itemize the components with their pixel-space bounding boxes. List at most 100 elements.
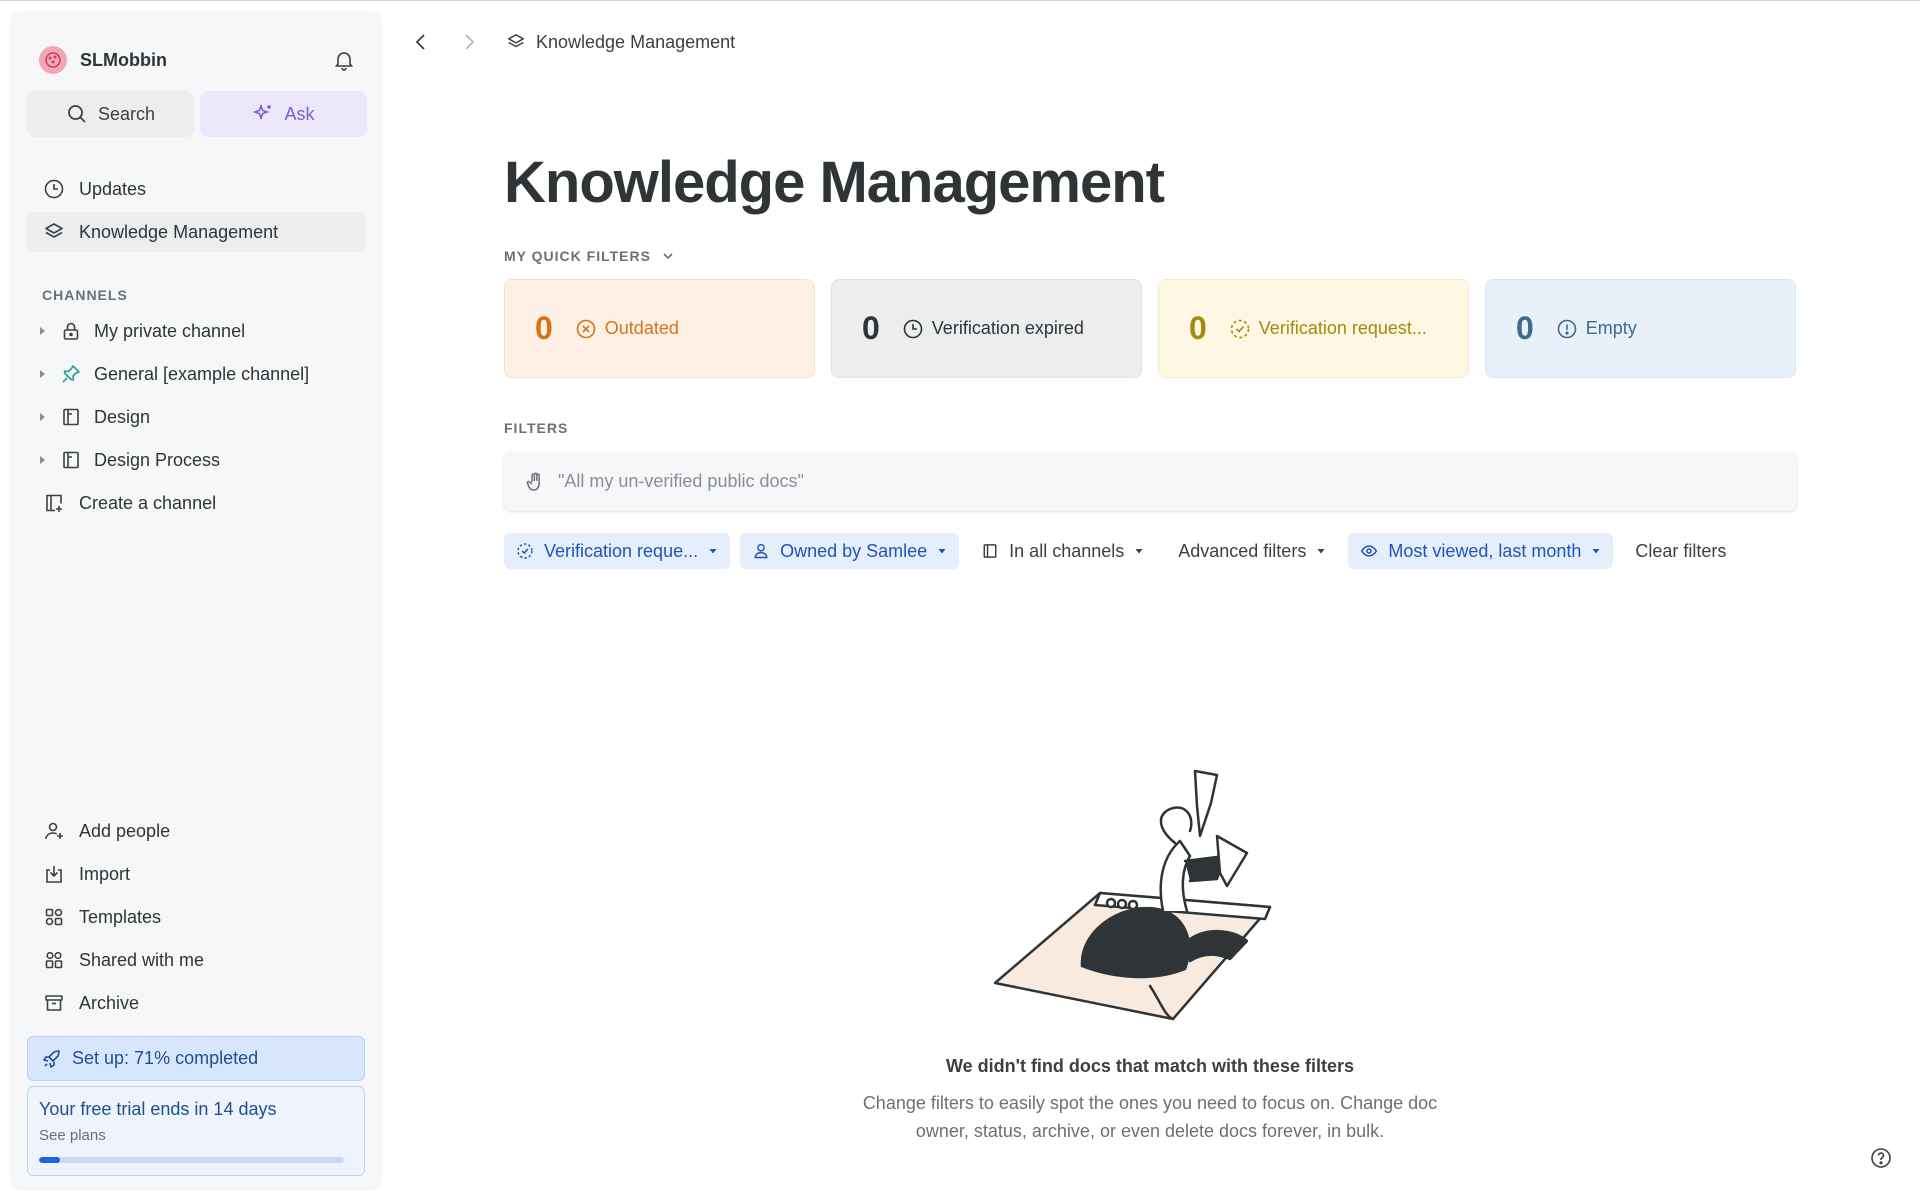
chip-label: Owned by Samlee [780,540,928,561]
filter-chip-verification[interactable]: Verification reque... [504,533,731,569]
caret-down-icon [1591,546,1601,556]
create-channel-label: Create a channel [79,492,217,513]
quick-filters-label: MY QUICK FILTERS [504,248,651,264]
see-plans-link[interactable]: See plans [39,1127,353,1144]
empty-state-illustration [985,761,1285,1031]
caret-down-icon [1316,546,1326,556]
ask-label: Ask [284,103,315,124]
x-circle-icon [575,318,597,340]
forward-arrow-icon[interactable] [458,31,480,53]
nav-label: Shared with me [79,949,205,970]
bell-icon[interactable] [332,48,356,72]
add-channel-icon [43,492,65,514]
chip-label: Verification reque... [544,540,699,561]
filter-placeholder: "All my un-verified public docs" [558,471,804,491]
chevron-down-icon [661,249,675,263]
filter-chip-sort[interactable]: Most viewed, last month [1348,533,1614,569]
quick-filter-outdated[interactable]: 0 Outdated [504,279,815,378]
sparkle-icon [252,103,274,125]
channel-icon [60,406,82,428]
quick-filter-label: Outdated [604,318,679,338]
import-button[interactable]: Import [27,854,365,894]
hand-icon [524,471,546,493]
channel-item-my-private-channel[interactable]: My private channel [36,311,366,351]
caret-down-icon [708,546,718,556]
caret-right-icon[interactable] [36,325,48,337]
quick-filter-empty[interactable]: 0 Empty [1485,279,1796,378]
user-icon [752,542,770,560]
clear-filters-button[interactable]: Clear filters [1623,533,1738,569]
nav-label: Templates [79,906,162,927]
help-icon[interactable] [1870,1147,1892,1169]
caret-down-icon [1134,546,1144,556]
top-bar: Knowledge Management [410,27,735,57]
nav-label: Archive [79,992,140,1013]
sidebar: SLMobbin Search Ask Updates Knowledge Ma… [10,11,382,1191]
caret-down-icon [937,546,947,556]
quick-filter-verification-request[interactable]: 0 Verification request... [1158,279,1469,378]
channel-icon [60,449,82,471]
shared-icon [43,949,65,971]
filter-chip-owner[interactable]: Owned by Samlee [740,533,960,569]
clock-icon [43,178,65,200]
filter-chips: Verification reque... Owned by Samlee In… [504,533,1738,569]
empty-state-description: Change filters to easily spot the ones y… [862,1093,1438,1141]
add-people-button[interactable]: Add people [27,811,365,851]
quick-filter-label: Empty [1585,318,1637,338]
search-icon [66,103,88,125]
nav-label: Import [79,863,131,884]
shared-with-me-button[interactable]: Shared with me [27,940,365,980]
clear-filters-label: Clear filters [1635,540,1727,561]
quick-filter-count: 0 [535,310,553,346]
setup-label: Set up: 71% completed [72,1048,259,1068]
quick-filter-count: 0 [1516,310,1534,346]
setup-progress-button[interactable]: Set up: 71% completed [27,1036,365,1081]
ask-button[interactable]: Ask [200,91,367,137]
dashed-check-icon [1229,318,1251,340]
back-arrow-icon[interactable] [410,31,432,53]
channel-icon [981,542,999,560]
breadcrumb[interactable]: Knowledge Management [506,32,735,53]
clock-icon [902,318,924,340]
channel-label: My private channel [94,320,246,341]
nav-label: Knowledge Management [79,221,279,242]
create-channel-button[interactable]: Create a channel [27,483,365,523]
layers-icon [506,32,526,52]
nav-label: Updates [79,178,147,199]
archive-button[interactable]: Archive [27,983,365,1023]
import-icon [43,863,65,885]
filter-chip-advanced[interactable]: Advanced filters [1166,533,1338,569]
filters-label: FILTERS [504,420,569,436]
page-title: Knowledge Management [504,150,1165,215]
quick-filter-count: 0 [1189,310,1207,346]
quick-filters-toggle[interactable]: MY QUICK FILTERS [504,248,675,264]
lock-icon [60,320,82,342]
filter-search-input[interactable]: "All my un-verified public docs" [504,452,1797,511]
search-button[interactable]: Search [27,91,194,137]
nav-label: Add people [79,820,171,841]
alert-circle-icon [1556,318,1578,340]
templates-button[interactable]: Templates [27,897,365,937]
filter-chip-channels[interactable]: In all channels [969,533,1156,569]
channel-label: Design Process [94,449,221,470]
breadcrumb-label: Knowledge Management [536,31,736,52]
add-user-icon [43,820,65,842]
nav-item-knowledge-management[interactable]: Knowledge Management [27,212,365,252]
workspace-header[interactable]: SLMobbin [39,40,356,80]
caret-right-icon[interactable] [36,411,48,423]
caret-right-icon[interactable] [36,368,48,380]
channel-item-general[interactable]: General [example channel] [36,354,366,394]
dashed-check-icon [516,542,534,560]
nav-item-updates[interactable]: Updates [27,169,365,209]
channel-label: General [example channel] [94,363,310,384]
quick-filter-count: 0 [862,310,880,346]
search-label: Search [97,103,156,124]
trial-progress-fill [39,1157,61,1163]
workspace-logo [39,46,67,74]
trial-banner[interactable]: Your free trial ends in 14 days See plan… [27,1086,365,1176]
quick-filter-verification-expired[interactable]: 0 Verification expired [831,279,1142,378]
channel-item-design[interactable]: Design [36,397,366,437]
channel-item-design-process[interactable]: Design Process [36,440,366,480]
quick-filter-cards: 0 Outdated 0 Verification expired 0 Veri… [504,279,1796,378]
caret-right-icon[interactable] [36,454,48,466]
